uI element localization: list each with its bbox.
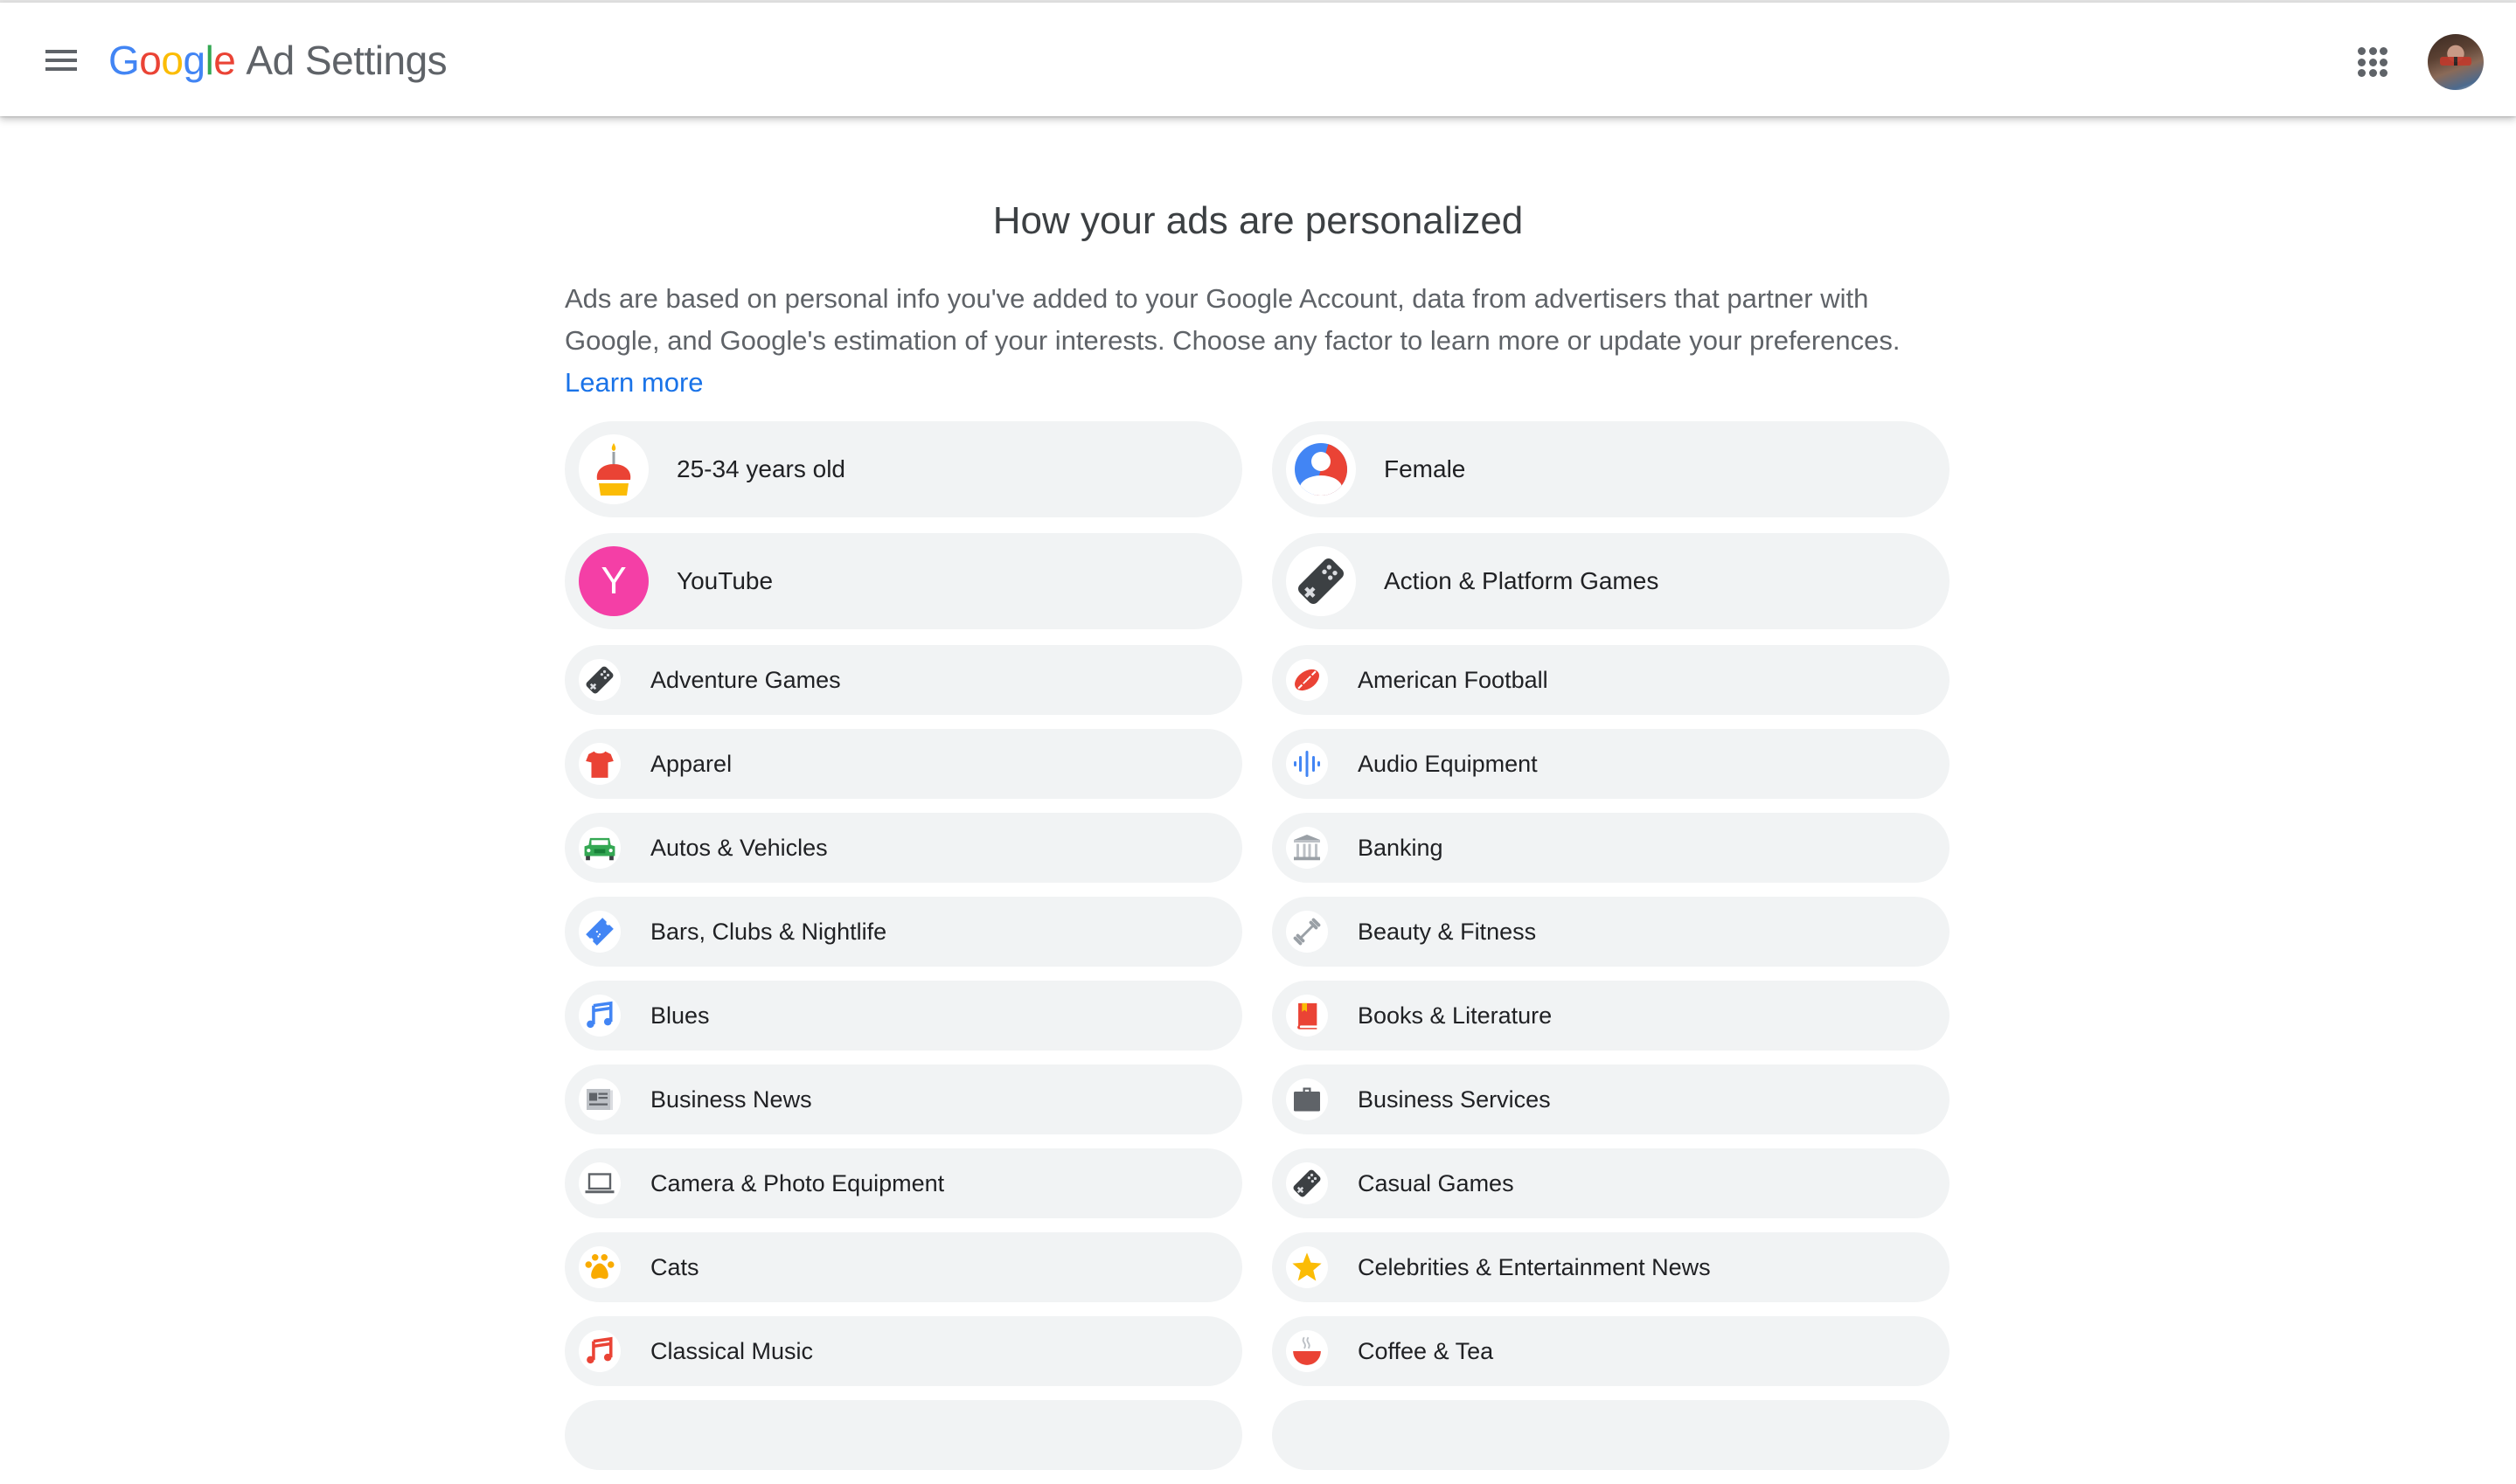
factor-label: Audio Equipment	[1358, 750, 1538, 777]
factor-label: Adventure Games	[650, 666, 841, 693]
apps-dot	[2380, 58, 2387, 66]
hamburger-menu-icon	[45, 50, 77, 53]
football-icon	[1286, 659, 1328, 701]
car-icon	[579, 827, 621, 869]
hamburger-bar	[45, 67, 77, 71]
avatar-photo	[2440, 57, 2471, 66]
factor-label: Coffee & Tea	[1358, 1337, 1494, 1364]
apps-dot	[2368, 69, 2377, 77]
factor-age[interactable]: 25-34 years old	[565, 421, 1242, 517]
apps-dot	[2380, 69, 2387, 77]
factor-gender[interactable]: Female	[1272, 421, 1950, 517]
apps-grid-icon	[2358, 47, 2366, 55]
main-menu-button[interactable]	[35, 34, 87, 87]
google-ad-settings-logo[interactable]: G o o g l e Ad Settings	[108, 34, 448, 87]
factor-label: American Football	[1358, 666, 1548, 693]
factor-interest[interactable]: Audio Equipment	[1272, 729, 1950, 799]
factor-interest[interactable]: Camera & Photo Equipment	[565, 1148, 1242, 1218]
apps-dot	[2358, 58, 2366, 66]
apps-dot	[2358, 69, 2366, 77]
factor-label: Classical Music	[650, 1337, 814, 1364]
factor-label: Camera & Photo Equipment	[650, 1169, 945, 1196]
ticket-icon	[579, 911, 621, 953]
factor-label: Apparel	[650, 750, 733, 777]
logo-letter: g	[183, 38, 205, 83]
apps-dot	[2368, 47, 2377, 55]
product-name: Ad Settings	[246, 38, 448, 83]
book-icon	[1286, 995, 1328, 1037]
factor-interest[interactable]: Adventure Games	[565, 645, 1242, 715]
logo-letter: o	[161, 38, 184, 83]
factor-interest[interactable]: Books & Literature	[1272, 981, 1950, 1051]
music-note-icon	[579, 1330, 621, 1372]
factor-label: Beauty & Fitness	[1358, 918, 1537, 945]
factor-label: Casual Games	[1358, 1169, 1514, 1196]
gamepad-icon	[579, 659, 621, 701]
music-note-icon	[579, 995, 621, 1037]
star-icon	[1286, 1246, 1328, 1288]
factor-label: Cats	[650, 1253, 699, 1280]
gamepad-icon	[1286, 546, 1356, 616]
factor-interest[interactable]: Autos & Vehicles	[565, 813, 1242, 883]
logo-letter: G	[108, 38, 140, 83]
factor-label: 25-34 years old	[677, 455, 846, 482]
page-description: Ads are based on personal info you've ad…	[565, 278, 1950, 404]
logo-letter: e	[213, 38, 236, 83]
factor-interest[interactable]: American Football	[1272, 645, 1950, 715]
factor-interest[interactable]: Casual Games	[1272, 1148, 1950, 1218]
factor-interest-partial[interactable]	[1272, 1400, 1950, 1470]
factor-interest[interactable]: Banking	[1272, 813, 1950, 883]
factor-interest[interactable]: Classical Music	[565, 1316, 1242, 1386]
apps-dot	[2368, 58, 2377, 66]
factor-label: Female	[1384, 455, 1466, 482]
gamepad-icon	[1286, 1162, 1328, 1204]
dumbbell-icon	[1286, 911, 1328, 953]
account-avatar[interactable]	[2428, 34, 2484, 90]
briefcase-icon	[1286, 1078, 1328, 1120]
factor-label: Blues	[650, 1002, 710, 1029]
tshirt-icon	[579, 743, 621, 785]
factor-label: Celebrities & Entertainment News	[1358, 1253, 1711, 1280]
birthday-cupcake-icon	[579, 434, 649, 504]
newspaper-icon	[579, 1078, 621, 1120]
factor-interest[interactable]: Coffee & Tea	[1272, 1316, 1950, 1386]
description-text: Ads are based on personal info you've ad…	[565, 283, 1901, 356]
factor-interest[interactable]: Blues	[565, 981, 1242, 1051]
youtube-letter-icon: Y	[579, 546, 649, 616]
factor-label: Books & Literature	[1358, 1002, 1553, 1029]
factor-action-platform-games[interactable]: Action & Platform Games	[1272, 533, 1950, 629]
factor-interest-partial[interactable]	[565, 1400, 1242, 1470]
factor-interest[interactable]: Celebrities & Entertainment News	[1272, 1232, 1950, 1302]
bank-icon	[1286, 827, 1328, 869]
learn-more-link[interactable]: Learn more	[565, 367, 704, 398]
top-app-bar: G o o g l e Ad Settings	[0, 3, 2516, 116]
factor-interest[interactable]: Beauty & Fitness	[1272, 897, 1950, 967]
factor-interest[interactable]: Business News	[565, 1064, 1242, 1134]
hot-cup-icon	[1286, 1330, 1328, 1372]
hamburger-bar	[45, 59, 77, 62]
factor-label: YouTube	[677, 567, 774, 594]
factor-interest[interactable]: Business Services	[1272, 1064, 1950, 1134]
factor-label: Autos & Vehicles	[650, 834, 828, 861]
page-title: How your ads are personalized	[992, 199, 1524, 243]
factor-interest[interactable]: Apparel	[565, 729, 1242, 799]
apps-dot	[2380, 47, 2387, 55]
factor-interest[interactable]: Cats	[565, 1232, 1242, 1302]
factor-label: Business News	[650, 1085, 812, 1113]
gender-person-icon	[1286, 434, 1356, 504]
factor-label: Banking	[1358, 834, 1443, 861]
paw-icon	[579, 1246, 621, 1288]
factor-label: Bars, Clubs & Nightlife	[650, 918, 887, 945]
logo-letter: l	[205, 38, 214, 83]
factors-grid: 25-34 years old Female Y YouTube Action …	[565, 421, 1950, 1484]
factor-interest[interactable]: Bars, Clubs & Nightlife	[565, 897, 1242, 967]
laptop-icon	[579, 1162, 621, 1204]
factor-label: Action & Platform Games	[1384, 567, 1659, 594]
google-apps-button[interactable]	[2352, 41, 2394, 83]
factor-label: Business Services	[1358, 1085, 1551, 1113]
audio-wave-icon	[1286, 743, 1328, 785]
logo-letter: o	[139, 38, 162, 83]
factor-youtube[interactable]: Y YouTube	[565, 533, 1242, 629]
